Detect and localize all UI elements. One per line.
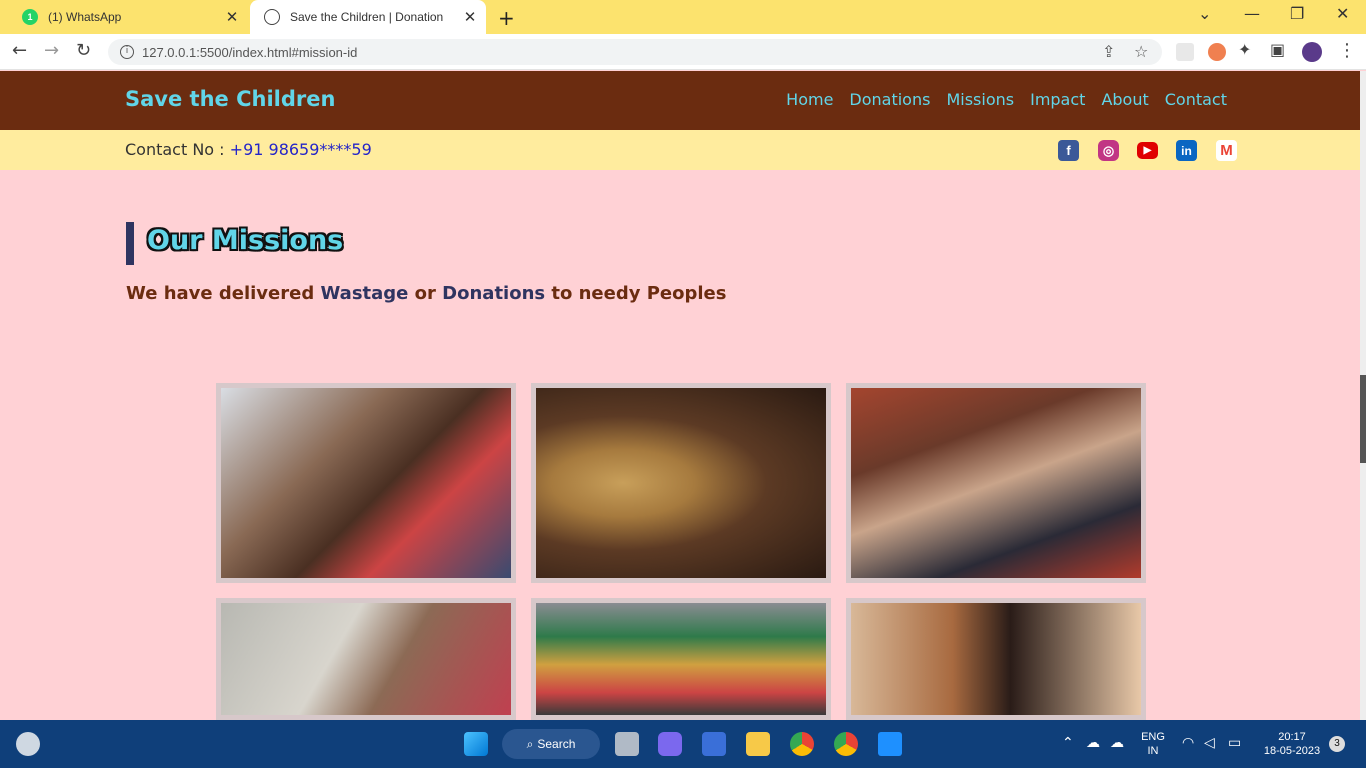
language-code: ENG xyxy=(1141,731,1165,743)
tab-search-icon[interactable]: ⌄ xyxy=(1198,4,1211,23)
clock[interactable]: 20:17 18-05-2023 xyxy=(1258,730,1326,758)
onedrive-icon[interactable]: ☁ xyxy=(1086,735,1100,751)
search-icon: ⌕ xyxy=(526,736,534,751)
scrollbar-thumb[interactable] xyxy=(1360,375,1366,463)
nav-donations[interactable]: Donations xyxy=(849,90,930,109)
site-header: Save the Children Home Donations Mission… xyxy=(0,71,1360,130)
photo-children-group xyxy=(851,388,1141,578)
new-tab-button[interactable]: + xyxy=(498,6,515,30)
globe-icon xyxy=(264,9,280,25)
language-indicator[interactable]: ENG IN xyxy=(1138,730,1168,758)
restore-button[interactable]: ❐ xyxy=(1290,4,1304,23)
browser-tab-strip: 1 (1) WhatsApp ✕ Save the Children | Don… xyxy=(0,0,1366,34)
instagram-icon[interactable]: ◎ xyxy=(1098,140,1119,161)
back-icon[interactable]: ← xyxy=(12,40,27,61)
close-icon[interactable]: ✕ xyxy=(460,8,480,26)
start-icon[interactable] xyxy=(464,732,488,756)
nav-contact[interactable]: Contact xyxy=(1165,90,1227,109)
close-window-button[interactable]: ✕ xyxy=(1336,4,1349,23)
volume-icon[interactable]: ◁ xyxy=(1204,735,1215,751)
main-nav: Home Donations Missions Impact About Con… xyxy=(786,90,1227,109)
mission-photo-3 xyxy=(846,383,1146,583)
contact-bar: Contact No : +91 98659****59 f ◎ ▶ in M xyxy=(0,130,1360,170)
gmail-icon[interactable]: M xyxy=(1216,140,1237,161)
url-text[interactable]: 127.0.0.1:5500/index.html#mission-id xyxy=(142,45,357,60)
tab-label: Save the Children | Donation xyxy=(290,10,444,24)
wifi-icon[interactable]: ◠ xyxy=(1182,735,1194,751)
menu-icon[interactable]: ⋮ xyxy=(1338,40,1356,61)
search-label: Search xyxy=(537,737,576,751)
address-bar[interactable]: i 127.0.0.1:5500/index.html#mission-id ⇪… xyxy=(108,39,1162,65)
subtitle-highlight: Donations xyxy=(442,283,546,304)
browser-toolbar: ← → ↻ i 127.0.0.1:5500/index.html#missio… xyxy=(0,34,1366,70)
contact-number[interactable]: +91 98659****59 xyxy=(230,140,372,159)
store-icon[interactable] xyxy=(702,732,726,756)
extension-icon[interactable] xyxy=(1176,43,1194,61)
extension-icon[interactable] xyxy=(1208,43,1226,61)
profile-avatar[interactable] xyxy=(1302,42,1322,62)
mission-photo-5 xyxy=(531,598,831,720)
mission-photo-1 xyxy=(216,383,516,583)
extensions-icon[interactable]: ✦ xyxy=(1238,40,1251,59)
tab-donation[interactable]: Save the Children | Donation ✕ xyxy=(250,0,486,34)
notification-badge[interactable]: 3 xyxy=(1329,736,1345,752)
mission-photo-2 xyxy=(531,383,831,583)
mission-photo-6 xyxy=(846,598,1146,720)
contact-info: Contact No : +91 98659****59 xyxy=(125,140,372,159)
taskbar-search[interactable]: ⌕ Search xyxy=(502,729,600,759)
task-view-icon[interactable] xyxy=(615,732,639,756)
meet-icon[interactable] xyxy=(658,732,682,756)
contact-label: Contact No : xyxy=(125,140,230,159)
section-subtitle: We have delivered Wastage or Donations t… xyxy=(126,283,726,304)
mission-photo-4 xyxy=(216,598,516,720)
vscode-icon[interactable] xyxy=(878,732,902,756)
close-icon[interactable]: ✕ xyxy=(222,8,242,26)
subtitle-text: We have delivered xyxy=(126,283,321,304)
youtube-icon[interactable]: ▶ xyxy=(1137,142,1158,159)
linkedin-icon[interactable]: in xyxy=(1176,140,1197,161)
photo-children-eating xyxy=(221,603,511,715)
clock-time: 20:17 xyxy=(1278,731,1306,743)
chrome-profile-icon[interactable] xyxy=(834,732,858,756)
clock-date: 18-05-2023 xyxy=(1263,745,1321,757)
taskbar: ⌕ Search ⌃ ☁ ☁ ENG IN ◠ ◁ ▭ 20:17 18-05-… xyxy=(0,720,1366,768)
facebook-icon[interactable]: f xyxy=(1058,140,1079,161)
chevron-up-icon[interactable]: ⌃ xyxy=(1062,735,1074,751)
chrome-icon[interactable] xyxy=(790,732,814,756)
nav-missions[interactable]: Missions xyxy=(946,90,1014,109)
cloud-sync-icon[interactable]: ☁ xyxy=(1110,735,1124,751)
battery-icon[interactable]: ▭ xyxy=(1228,735,1241,751)
photo-hands-with-grain xyxy=(536,388,826,578)
minimize-button[interactable]: — xyxy=(1244,4,1260,23)
subtitle-highlight: Wastage xyxy=(320,283,409,304)
subtitle-text: or xyxy=(408,283,443,304)
nav-impact[interactable]: Impact xyxy=(1030,90,1085,109)
star-icon[interactable]: ☆ xyxy=(1134,42,1148,61)
section-title: Our Missions xyxy=(147,225,344,256)
brand-logo[interactable]: Save the Children xyxy=(125,87,335,111)
tab-label: (1) WhatsApp xyxy=(48,10,122,24)
file-explorer-icon[interactable] xyxy=(746,732,770,756)
nav-home[interactable]: Home xyxy=(786,90,833,109)
photo-children-waving xyxy=(221,388,511,578)
weather-icon[interactable] xyxy=(16,732,40,756)
whatsapp-icon: 1 xyxy=(22,9,38,25)
region-code: IN xyxy=(1147,745,1159,757)
sidepanel-icon[interactable]: ▣ xyxy=(1270,40,1285,59)
subtitle-text: to needy Peoples xyxy=(545,283,727,304)
info-icon[interactable]: i xyxy=(120,45,134,59)
tab-whatsapp[interactable]: 1 (1) WhatsApp ✕ xyxy=(8,0,248,34)
title-accent-bar xyxy=(126,222,134,265)
photo-children-meal xyxy=(536,603,826,715)
forward-icon[interactable]: → xyxy=(44,40,59,61)
photo-smiling-girl xyxy=(851,603,1141,715)
nav-about[interactable]: About xyxy=(1101,90,1148,109)
reload-icon[interactable]: ↻ xyxy=(76,40,91,61)
share-icon[interactable]: ⇪ xyxy=(1102,42,1115,61)
